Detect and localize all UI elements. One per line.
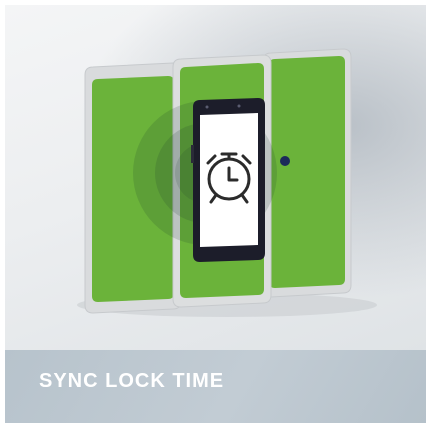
panel-right [269,56,345,288]
banner-title: SYNC LOCK TIME [39,370,225,392]
feature-card: SYNC LOCK TIME [5,5,426,423]
title-banner: SYNC LOCK TIME [5,350,426,423]
indicator-dot [280,156,290,166]
switch-illustration [77,48,377,317]
illustration [5,5,426,350]
smartphone [191,98,265,262]
